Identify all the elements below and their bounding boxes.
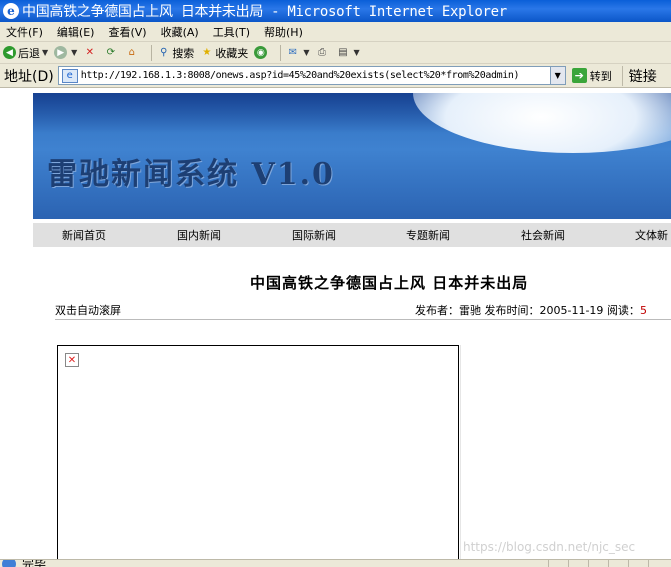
reads-label: 阅读： xyxy=(606,304,640,317)
article-info: 发布者：雷驰 发布时间：2005-11-19 阅读：5 xyxy=(415,302,647,318)
print-icon: ⎙ xyxy=(317,47,326,58)
nav-item-home[interactable]: 新闻首页 xyxy=(62,227,106,243)
status-bar: 完毕 xyxy=(0,559,671,567)
nav-item-international[interactable]: 国际新闻 xyxy=(292,227,336,243)
address-bar: 地址(D) e http://192.168.1.3:8008/onews.as… xyxy=(0,64,671,88)
reads-value: 5 xyxy=(639,304,647,317)
time-value: 2005-11-19 xyxy=(539,304,604,317)
address-dropdown-icon[interactable]: ▼ xyxy=(549,67,565,84)
search-button[interactable]: ⚲ 搜索 xyxy=(157,45,194,61)
refresh-button[interactable]: ⟳ xyxy=(104,46,119,59)
menu-help[interactable]: 帮助(H) xyxy=(264,24,303,40)
chevron-down-icon: ▼ xyxy=(42,48,49,57)
back-arrow-icon: ◀ xyxy=(3,46,16,59)
address-input[interactable]: e http://192.168.1.3:8008/onews.asp?id=4… xyxy=(57,66,566,85)
links-button[interactable]: 链接 xyxy=(621,65,657,86)
chevron-down-icon: ▼ xyxy=(353,48,360,57)
article-meta: 双击自动滚屏 发布者：雷驰 发布时间：2005-11-19 阅读：5 xyxy=(55,300,671,320)
back-button[interactable]: ◀ 后退 ▼ xyxy=(3,45,48,61)
menu-view[interactable]: 查看(V) xyxy=(108,24,146,40)
site-banner: 雷驰新闻系统 V1.0 xyxy=(33,93,671,219)
stop-button[interactable]: ✕ xyxy=(83,46,98,59)
publisher-label: 发布者： xyxy=(415,304,459,317)
toolbar-separator xyxy=(151,44,153,61)
status-panel xyxy=(628,560,648,567)
window-title: 中国高铁之争德国占上风 日本并未出局 - Microsoft Internet … xyxy=(22,4,507,20)
window-titlebar: e 中国高铁之争德国占上风 日本并未出局 - Microsoft Interne… xyxy=(0,0,671,22)
broken-image-icon: ✕ xyxy=(65,353,79,367)
nav-item-domestic[interactable]: 国内新闻 xyxy=(177,227,221,243)
site-nav: 新闻首页 国内新闻 国际新闻 专题新闻 社会新闻 文体新 xyxy=(33,223,671,247)
toolbar: ◀ 后退 ▼ ▶ ▼ ✕ ⟳ ⌂ ⚲ 搜索 ★ 收藏夹 ◉ ✉ ▼ ⎙ ▤ ▼ xyxy=(0,42,671,64)
forward-button[interactable]: ▶ ▼ xyxy=(54,46,77,59)
go-button[interactable]: ➔ 转到 xyxy=(571,68,612,84)
menu-file[interactable]: 文件(F) xyxy=(6,24,43,40)
mail-button[interactable]: ✉ ▼ xyxy=(286,46,310,59)
nav-item-society[interactable]: 社会新闻 xyxy=(521,227,565,243)
edit-icon: ▤ xyxy=(338,47,348,58)
address-url[interactable]: http://192.168.1.3:8008/onews.asp?id=45%… xyxy=(81,70,550,81)
status-panel xyxy=(608,560,628,567)
autoscroll-toggle[interactable]: 双击自动滚屏 xyxy=(55,302,121,318)
menu-tools[interactable]: 工具(T) xyxy=(213,24,250,40)
back-label: 后退 xyxy=(18,46,40,60)
status-panels xyxy=(548,560,668,567)
status-panel xyxy=(568,560,588,567)
star-icon: ★ xyxy=(202,47,212,58)
page-content: 雷驰新闻系统 V1.0 新闻首页 国内新闻 国际新闻 专题新闻 社会新闻 文体新… xyxy=(0,89,671,559)
nav-item-culture[interactable]: 文体新 xyxy=(635,227,668,243)
chevron-down-icon: ▼ xyxy=(303,48,310,57)
print-button[interactable]: ⎙ xyxy=(315,46,330,59)
ie-icon: e xyxy=(3,3,19,19)
status-panel xyxy=(588,560,608,567)
menu-bar: 文件(F) 编辑(E) 查看(V) 收藏(A) 工具(T) 帮助(H) xyxy=(0,22,671,42)
toolbar-separator xyxy=(280,44,282,61)
go-label: 转到 xyxy=(589,69,612,83)
status-text: 完毕 xyxy=(22,559,47,567)
media-button[interactable]: ◉ xyxy=(254,46,269,59)
nav-item-special[interactable]: 专题新闻 xyxy=(406,227,450,243)
search-label: 搜索 xyxy=(172,46,195,60)
go-arrow-icon: ➔ xyxy=(571,68,587,83)
status-panel xyxy=(548,560,568,567)
address-label: 地址(D) xyxy=(4,68,54,85)
refresh-icon: ⟳ xyxy=(106,47,115,58)
menu-edit[interactable]: 编辑(E) xyxy=(57,24,95,40)
site-brand: 雷驰新闻系统 V1.0 xyxy=(47,157,335,192)
home-icon: ⌂ xyxy=(128,47,135,58)
article-image-frame: ✕ xyxy=(57,345,459,559)
watermark: https://blog.csdn.net/njc_sec xyxy=(463,540,636,554)
page-done-icon xyxy=(2,560,16,567)
favorites-button[interactable]: ★ 收藏夹 xyxy=(200,45,248,61)
home-button[interactable]: ⌂ xyxy=(125,46,140,59)
page-icon: e xyxy=(61,68,78,83)
status-panel xyxy=(648,560,668,567)
menu-favorites[interactable]: 收藏(A) xyxy=(161,24,199,40)
column-divider xyxy=(460,345,461,559)
favorites-label: 收藏夹 xyxy=(215,46,249,60)
publisher-value: 雷驰 xyxy=(459,304,481,317)
forward-arrow-icon: ▶ xyxy=(54,46,68,59)
mail-icon: ✉ xyxy=(288,47,297,58)
stop-icon: ✕ xyxy=(85,47,94,58)
banner-swoosh xyxy=(413,93,671,153)
edit-button[interactable]: ▤ ▼ xyxy=(336,46,359,59)
article-title: 中国高铁之争德国占上风 日本并未出局 xyxy=(250,274,529,292)
media-icon: ◉ xyxy=(254,46,268,59)
search-icon: ⚲ xyxy=(160,47,168,58)
chevron-down-icon: ▼ xyxy=(71,48,78,57)
time-label: 发布时间： xyxy=(484,304,540,317)
